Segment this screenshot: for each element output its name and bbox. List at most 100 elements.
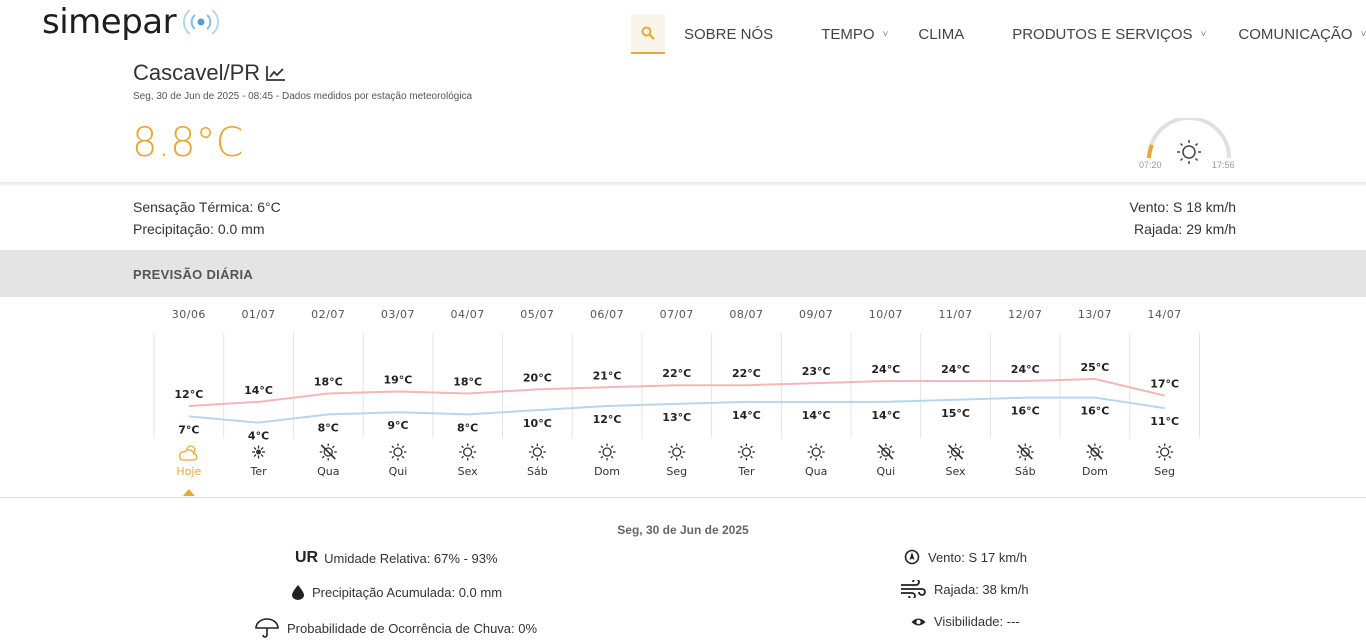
wind: Vento: S 18 km/h — [1129, 199, 1236, 215]
forecast-date: 04/07 — [451, 308, 485, 321]
max-temp-label: 23°C — [802, 365, 831, 378]
sun-icon — [1177, 140, 1201, 164]
min-temp-label: 9°C — [387, 419, 408, 432]
compass-icon — [904, 549, 920, 565]
max-temp-label: 12°C — [174, 388, 203, 401]
logo-text: simepar — [42, 2, 177, 42]
city-name: Cascavel/PR — [133, 60, 261, 85]
ur-tag: UR — [295, 549, 319, 566]
gust-info: Rajada: 38 km/h — [900, 580, 1029, 598]
min-temp-label: 7°C — [178, 423, 199, 436]
forecast-date: 12/07 — [1008, 308, 1042, 321]
forecast-day[interactable]: Qui — [877, 465, 896, 478]
min-temp-label: 13°C — [662, 411, 691, 424]
feels-like: Sensação Térmica: 6°C — [133, 199, 281, 215]
signal-waves-icon — [183, 9, 220, 35]
nav-label: CLIMA — [918, 25, 965, 43]
divider — [0, 497, 1366, 498]
forecast-day[interactable]: Dom — [1082, 465, 1108, 478]
forecast-day[interactable]: Hoje — [176, 465, 201, 478]
current-temperature: 8.8°C — [132, 120, 244, 166]
min-temp-label: 8°C — [318, 421, 339, 434]
sun-icon — [807, 443, 825, 461]
nav-sobre-nos[interactable]: SOBRE NÓS — [684, 26, 773, 43]
max-temp-label: 25°C — [1081, 361, 1110, 374]
nav-label: PRODUTOS E SERVIÇOS — [1012, 25, 1193, 43]
sun-cloud-icon — [877, 443, 895, 461]
umbrella-icon — [255, 618, 279, 638]
max-temp-label: 24°C — [941, 363, 970, 376]
max-temp-label: 24°C — [871, 363, 900, 376]
min-temp-label: 12°C — [593, 413, 622, 426]
divider — [0, 182, 1366, 186]
forecast-day[interactable]: Seg — [1154, 465, 1175, 478]
nav-tempo[interactable]: TEMPO ˅ — [821, 26, 888, 43]
forecast-date: 11/07 — [938, 308, 972, 321]
main-nav: SOBRE NÓS TEMPO ˅ CLIMA PRODUTOS E SERVI… — [631, 14, 1366, 54]
sunset-time: 17:56 — [1212, 160, 1235, 170]
max-temp-label: 22°C — [732, 367, 761, 380]
precipitation: Precipitação: 0.0 mm — [133, 221, 265, 237]
chart-line-icon[interactable] — [266, 65, 286, 81]
min-temp-label: 16°C — [1011, 405, 1040, 418]
forecast-day[interactable]: Ter — [737, 465, 755, 478]
forecast-day[interactable]: Qui — [389, 465, 408, 478]
chevron-down-icon: ˅ — [1200, 28, 1207, 40]
simepar-logo[interactable]: simepar — [42, 2, 220, 42]
forecast-day[interactable]: Ter — [249, 465, 267, 478]
forecast-day[interactable]: Dom — [594, 465, 620, 478]
forecast-date: 05/07 — [520, 308, 554, 321]
min-temp-label: 14°C — [802, 409, 831, 422]
precip-text: Precipitação Acumulada: 0.0 mm — [312, 585, 503, 600]
max-temp-label: 18°C — [314, 376, 343, 389]
forecast-day[interactable]: Sáb — [527, 465, 548, 478]
sun-icon — [598, 443, 616, 461]
min-temp-label: 4°C — [248, 430, 269, 443]
max-temp-label: 22°C — [662, 367, 691, 380]
water-drop-icon — [292, 585, 304, 600]
rain-probability-info: Probabilidade de Ocorrência de Chuva: 0% — [255, 618, 537, 638]
selected-day-indicator — [182, 489, 195, 496]
nav-label: SOBRE NÓS — [684, 25, 774, 43]
max-temp-label: 20°C — [523, 371, 552, 384]
forecast-day[interactable]: Sex — [946, 465, 967, 478]
max-temp-label: 18°C — [453, 376, 482, 389]
visibility-text: Visibilidade: --- — [934, 614, 1020, 629]
forecast-date: 13/07 — [1078, 308, 1112, 321]
visibility-info: Visibilidade: --- — [911, 614, 1020, 629]
forecast-date: 14/07 — [1148, 308, 1182, 321]
sun-icon — [528, 443, 546, 461]
daily-forecast-chart: 30/06 12°C 7°C Hoje 01/07 14°C 4°C Ter 02/07 18°C… — [153, 308, 1200, 496]
humidity-text: Umidade Relativa: 67% - 93% — [324, 550, 498, 566]
sun-cloud-icon — [947, 443, 965, 461]
max-temp-label: 17°C — [1150, 378, 1179, 391]
nav-label: COMUNICAÇÃO — [1238, 25, 1353, 43]
forecast-day[interactable]: Sex — [458, 465, 479, 478]
forecast-date: 03/07 — [381, 308, 415, 321]
humidity-info: UR Umidade Relativa: 67% - 93% — [295, 549, 498, 567]
rain-probability-text: Probabilidade de Ocorrência de Chuva: 0% — [287, 620, 538, 636]
sun-icon — [459, 443, 477, 461]
nav-clima[interactable]: CLIMA — [918, 26, 964, 43]
sun-cloud-icon — [1086, 443, 1104, 461]
forecast-day[interactable]: Qua — [317, 465, 339, 478]
min-temp-label: 15°C — [941, 407, 970, 420]
nav-produtos-servicos[interactable]: PRODUTOS E SERVIÇOS ˅ — [1012, 26, 1206, 43]
sunrise-time: 07:20 — [1139, 160, 1162, 170]
wind-text: Vento: S 17 km/h — [928, 549, 1028, 565]
forecast-day[interactable]: Seg — [666, 465, 687, 478]
precip-info: Precipitação Acumulada: 0.0 mm — [292, 585, 502, 600]
forecast-date: 01/07 — [241, 308, 275, 321]
nav-comunicacao[interactable]: COMUNICAÇÃO ˅ — [1238, 26, 1366, 43]
sun-icon — [668, 443, 686, 461]
city-title: Cascavel/PR — [133, 60, 286, 86]
search-button[interactable] — [631, 14, 665, 54]
partly-cloudy-icon — [179, 445, 198, 461]
min-temp-label: 8°C — [457, 421, 478, 434]
forecast-day[interactable]: Sáb — [1015, 465, 1036, 478]
wind-gust-icon — [900, 580, 926, 598]
forecast-day[interactable]: Qua — [805, 465, 827, 478]
section-title: PREVISÃO DIÁRIA — [133, 267, 254, 282]
nav-label: TEMPO — [821, 25, 875, 43]
gust: Rajada: 29 km/h — [1134, 221, 1236, 237]
